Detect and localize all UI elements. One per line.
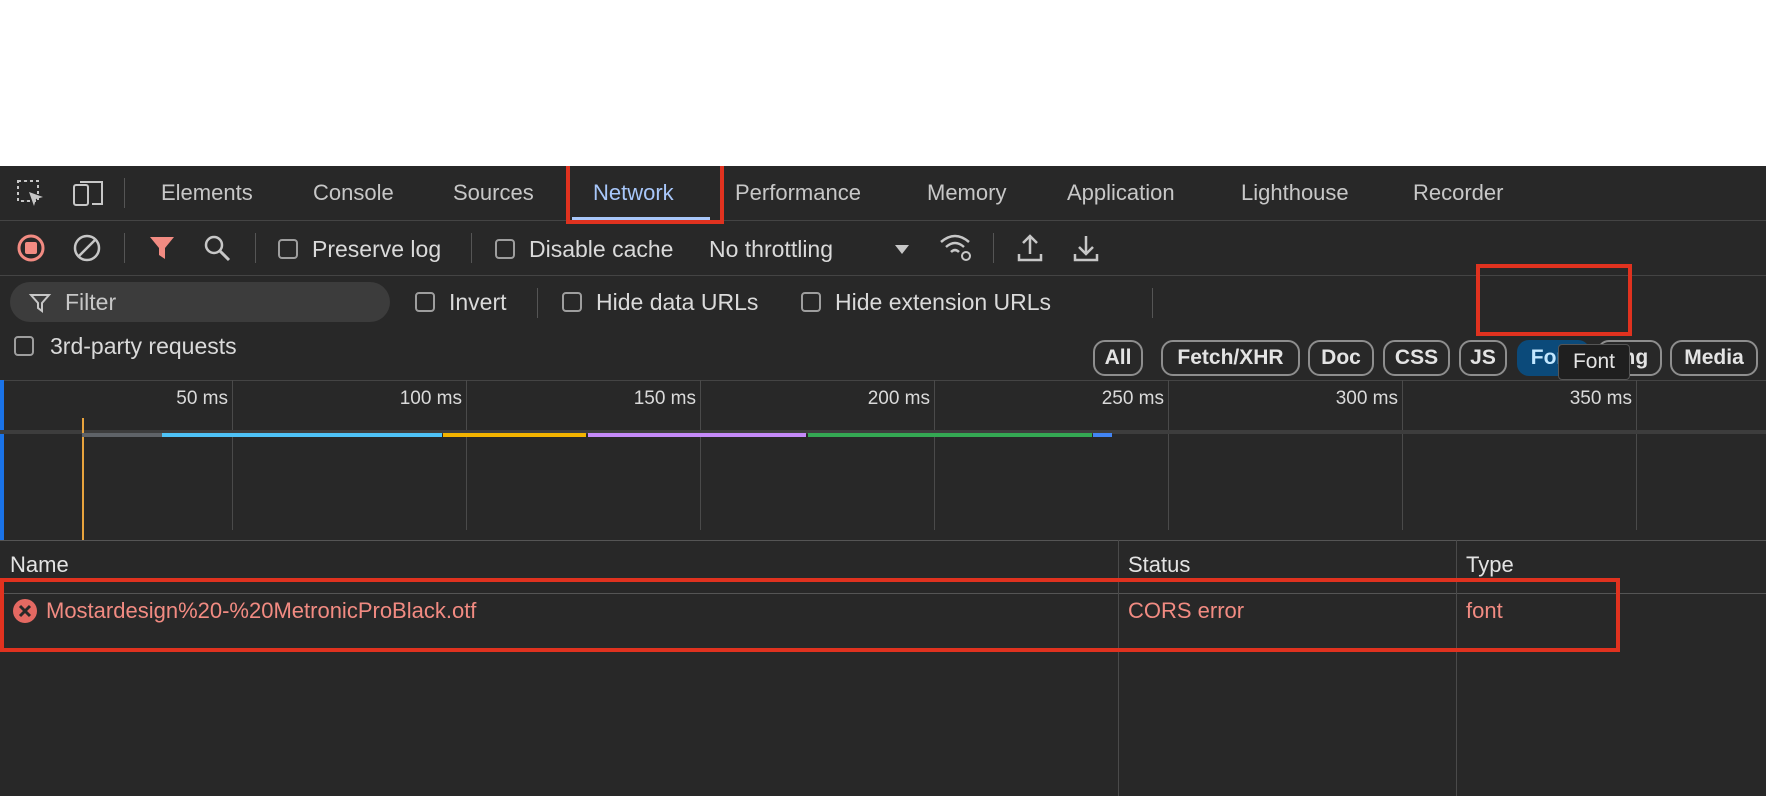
search-icon[interactable]	[202, 233, 232, 263]
third-party-checkbox[interactable]	[14, 336, 34, 356]
import-har-icon[interactable]	[1015, 232, 1045, 264]
timeline-tick: 300 ms	[1335, 388, 1398, 409]
tab-performance[interactable]: Performance	[735, 178, 861, 208]
overview-left-edge[interactable]	[0, 380, 4, 540]
third-party-label: 3rd-party requests	[50, 333, 237, 359]
hide-data-urls-label: Hide data URLs	[596, 289, 759, 315]
hide-extension-urls-checkbox[interactable]	[801, 292, 821, 312]
timeline-tick: 50 ms	[176, 388, 228, 409]
active-tab-indicator	[572, 217, 710, 220]
request-table	[0, 540, 1766, 796]
devtools-panel: Elements Console Sources Network Perform…	[0, 166, 1766, 796]
request-name[interactable]: Mostardesign%20-%20MetronicProBlack.otf	[46, 598, 476, 624]
filter-bar: Filter Invert Hide data URLs Hide extens…	[0, 276, 1766, 330]
error-icon	[12, 598, 38, 624]
invert-label: Invert	[449, 289, 507, 315]
filter-funnel-icon[interactable]	[147, 233, 177, 263]
timeline-tick: 100 ms	[399, 388, 462, 409]
tab-recorder[interactable]: Recorder	[1413, 178, 1503, 208]
network-toolbar: Preserve log Disable cache No throttling	[0, 221, 1766, 276]
request-segment	[162, 433, 442, 437]
invert-checkbox[interactable]	[415, 292, 435, 312]
request-segment	[443, 433, 586, 437]
preserve-log-label: Preserve log	[312, 236, 442, 262]
inspect-element-icon[interactable]	[16, 179, 46, 209]
tab-lighthouse[interactable]: Lighthouse	[1241, 178, 1349, 208]
tab-memory[interactable]: Memory	[927, 178, 1006, 208]
record-stop-icon[interactable]	[16, 233, 46, 263]
hide-extension-urls-label: Hide extension URLs	[835, 289, 1052, 315]
timeline-tick: 200 ms	[867, 388, 930, 409]
timeline-tick: 150 ms	[633, 388, 696, 409]
filter-placeholder: Filter	[65, 289, 117, 315]
throttling-select[interactable]: No throttling	[709, 234, 833, 264]
hide-data-urls-checkbox[interactable]	[562, 292, 582, 312]
request-segment	[808, 433, 1092, 437]
tab-console[interactable]: Console	[313, 178, 394, 208]
disable-cache-label: Disable cache	[529, 236, 674, 262]
preserve-log-checkbox[interactable]	[278, 239, 298, 259]
tooltip: Font	[1558, 344, 1630, 380]
request-segment	[588, 433, 806, 437]
tab-sources[interactable]: Sources	[453, 178, 534, 208]
export-har-icon[interactable]	[1071, 232, 1101, 264]
third-party-row: 3rd-party requests	[0, 330, 1766, 381]
request-queue-segment	[82, 433, 162, 437]
column-header-status[interactable]: Status	[1128, 552, 1190, 578]
tooltip-text: Font	[1572, 350, 1616, 373]
request-segment	[1093, 433, 1112, 437]
column-header-name[interactable]: Name	[10, 552, 69, 578]
tab-elements[interactable]: Elements	[161, 178, 253, 208]
filter-input[interactable]: Filter	[10, 282, 390, 322]
chevron-down-icon[interactable]	[892, 239, 912, 259]
network-conditions-icon[interactable]	[938, 232, 974, 264]
clear-icon[interactable]	[72, 233, 102, 263]
column-header-type[interactable]: Type	[1466, 552, 1514, 578]
tab-application[interactable]: Application	[1067, 178, 1175, 208]
device-toolbar-icon[interactable]	[72, 179, 106, 209]
filter-icon	[28, 291, 52, 315]
disable-cache-checkbox[interactable]	[495, 239, 515, 259]
tab-network[interactable]: Network	[593, 178, 674, 208]
timeline-tick: 350 ms	[1569, 388, 1632, 409]
request-status: CORS error	[1128, 598, 1245, 623]
tab-bar: Elements Console Sources Network Perform…	[0, 166, 1766, 221]
request-type: font	[1466, 598, 1503, 623]
timeline-tick: 250 ms	[1101, 388, 1164, 409]
